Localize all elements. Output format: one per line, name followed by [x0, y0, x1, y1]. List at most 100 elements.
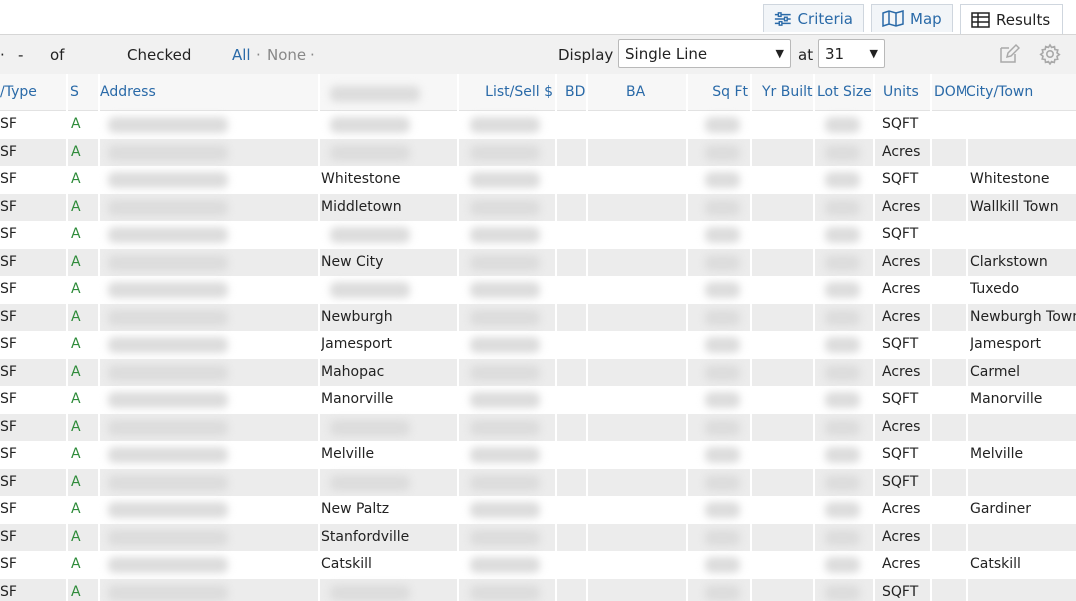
gear-icon — [1039, 43, 1061, 65]
col-header-ba[interactable]: BA — [586, 74, 686, 111]
table-row[interactable]: SF A Whitestone SQFT Whitestone — [0, 166, 1076, 194]
cell-status: A — [71, 446, 81, 462]
at-label: at — [798, 46, 814, 64]
col-header-area[interactable] — [318, 74, 457, 111]
cell-type: SF — [0, 583, 17, 600]
col-header-city[interactable]: City/Town — [966, 74, 1076, 111]
table-row[interactable]: SF A Jamesport SQFT Jamesport — [0, 331, 1076, 359]
table-row[interactable]: SF A Acres Tuxedo — [0, 276, 1076, 304]
cell-type: SF — [0, 418, 17, 435]
table-row[interactable]: SF A Mahopac Acres Carmel — [0, 358, 1076, 386]
tab-criteria[interactable]: Criteria — [763, 4, 864, 32]
col-header-lot-size[interactable]: Lot Size — [813, 74, 873, 111]
col-header-type[interactable]: /Type — [0, 74, 66, 111]
table-header: /Type S Address List/Sell $ BD BA Sq Ft … — [0, 74, 1076, 111]
cell-city — [970, 469, 1076, 497]
cell-type: SF — [0, 391, 17, 407]
cell-type: SF — [0, 308, 17, 325]
cell-city: Manorville — [970, 391, 1043, 407]
col-header-status[interactable]: S — [66, 74, 98, 111]
cell-type: SF — [0, 198, 17, 215]
range-of-label: of — [50, 46, 65, 64]
cell-type: SF — [0, 143, 17, 160]
cell-area — [321, 276, 455, 304]
settings-button[interactable] — [1038, 42, 1062, 66]
range-dash: - — [18, 46, 24, 64]
cell-city — [970, 524, 1076, 552]
cell-units: SQFT — [882, 171, 919, 187]
col-header-dom[interactable]: DOM — [930, 74, 966, 111]
cell-city: Gardiner — [970, 501, 1031, 517]
col-header-yr-built[interactable]: Yr Built — [750, 74, 813, 111]
cell-status: A — [71, 473, 81, 490]
cell-units: SQFT — [882, 391, 919, 407]
table-row[interactable]: SF A Stanfordville Acres — [0, 523, 1076, 552]
cell-area: Melville — [321, 446, 375, 462]
table-row[interactable]: SF A Catskill Acres Catskill — [0, 551, 1076, 579]
table-row[interactable]: SF A Acres — [0, 413, 1076, 441]
cell-units: Acres — [882, 253, 921, 270]
cell-units: Acres — [882, 281, 921, 297]
cell-type: SF — [0, 528, 17, 545]
results-grid-icon — [971, 11, 990, 28]
table-row[interactable]: SF A SQFT — [0, 221, 1076, 249]
col-header-price[interactable]: List/Sell $ — [457, 74, 555, 111]
cell-city: Newburgh Town — [970, 308, 1076, 325]
col-header-sqft[interactable]: Sq Ft — [686, 74, 750, 111]
cell-status: A — [71, 281, 81, 297]
col-header-address[interactable]: Address — [98, 74, 318, 111]
range-dot: · — [0, 46, 5, 64]
cell-area: New City — [321, 253, 384, 270]
cell-status: A — [71, 171, 81, 187]
edit-button[interactable] — [997, 42, 1021, 66]
table-row[interactable]: SF A Melville SQFT Melville — [0, 441, 1076, 469]
tab-map[interactable]: Map — [871, 4, 953, 32]
col-header-units[interactable]: Units — [873, 74, 930, 111]
chevron-down-icon: ▼ — [869, 47, 878, 60]
table-row[interactable]: SF A SQFT — [0, 578, 1076, 601]
table-row[interactable]: SF A SQFT — [0, 111, 1076, 139]
cell-units: SQFT — [882, 336, 919, 352]
cell-status: A — [71, 336, 81, 352]
select-none-link[interactable]: None — [267, 46, 306, 64]
cell-area: Catskill — [321, 556, 372, 572]
cell-city: Catskill — [970, 556, 1021, 572]
cell-status: A — [71, 253, 81, 270]
table-row[interactable]: SF A Acres — [0, 138, 1076, 167]
cell-type: SF — [0, 226, 17, 242]
cell-units: SQFT — [882, 583, 919, 600]
cell-status: A — [71, 143, 81, 160]
table-row[interactable]: SF A New City Acres Clarkstown — [0, 248, 1076, 276]
table-row[interactable]: SF A SQFT — [0, 468, 1076, 497]
cell-status: A — [71, 116, 81, 132]
cell-units: Acres — [882, 198, 921, 215]
cell-city: Tuxedo — [970, 281, 1020, 297]
cell-status: A — [71, 418, 81, 435]
display-label: Display — [558, 46, 614, 64]
tab-map-label: Map — [910, 9, 942, 28]
cell-units: Acres — [882, 501, 921, 517]
cell-area — [321, 111, 455, 139]
select-all-link[interactable]: All — [232, 46, 251, 64]
cell-city — [970, 139, 1076, 167]
page-size-select[interactable]: 31 ▼ — [818, 39, 885, 68]
cell-type: SF — [0, 501, 17, 517]
cell-city: Clarkstown — [970, 253, 1048, 270]
cell-type: SF — [0, 363, 17, 380]
cell-units: Acres — [882, 363, 921, 380]
cell-type: SF — [0, 336, 17, 352]
tab-results[interactable]: Results — [960, 4, 1063, 34]
col-header-bd[interactable]: BD — [555, 74, 586, 111]
table-row[interactable]: SF A New Paltz Acres Gardiner — [0, 496, 1076, 524]
table-row[interactable]: SF A Middletown Acres Wallkill Town — [0, 193, 1076, 221]
table-row[interactable]: SF A Manorville SQFT Manorville — [0, 386, 1076, 414]
display-select[interactable]: Single Line ▼ — [618, 39, 791, 68]
cell-city: Whitestone — [970, 171, 1050, 187]
cell-units: SQFT — [882, 116, 919, 132]
cell-city: Carmel — [970, 363, 1021, 380]
page-size-value: 31 — [825, 44, 845, 63]
cell-units: SQFT — [882, 446, 919, 462]
cell-status: A — [71, 583, 81, 600]
table-row[interactable]: SF A Newburgh Acres Newburgh Town — [0, 303, 1076, 331]
cell-units: Acres — [882, 528, 921, 545]
